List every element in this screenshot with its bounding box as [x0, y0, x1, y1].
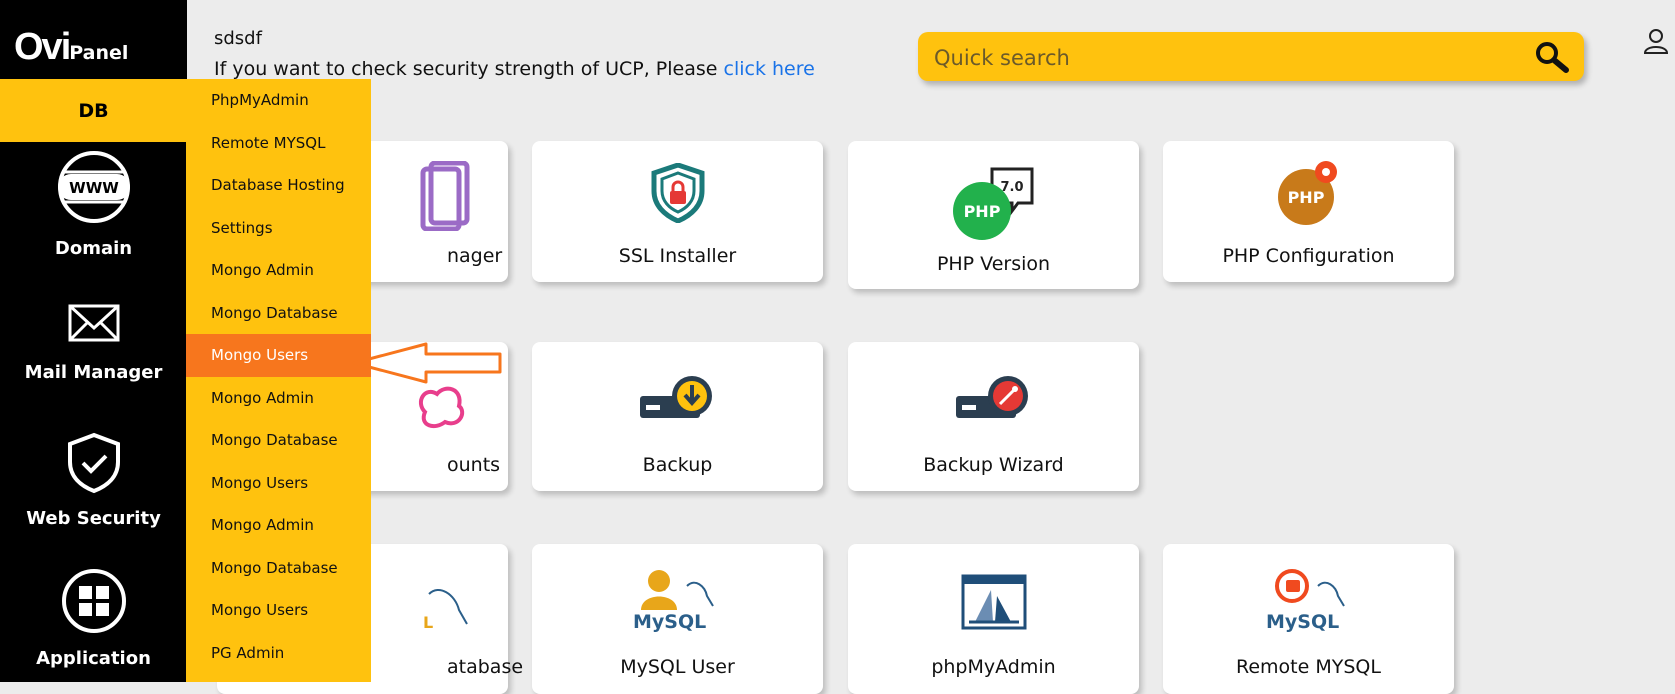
- remote-mysql-icon: MySQL: [1266, 569, 1345, 632]
- logo-subtext: Panel: [69, 42, 129, 64]
- menu-item-mongo-users[interactable]: Mongo Users: [186, 589, 371, 632]
- sidebar-item-application[interactable]: Application: [0, 568, 187, 669]
- menu-item-remote-mysql[interactable]: Remote MYSQL: [186, 122, 371, 165]
- sidebar-item-label: Web Security: [26, 508, 161, 529]
- card-label: atabase: [447, 656, 524, 678]
- php-version-icon: 7.0 PHP: [952, 167, 1033, 240]
- menu-item-settings[interactable]: Settings: [186, 207, 371, 250]
- menu-item-mongo-database[interactable]: Mongo Database: [186, 292, 371, 335]
- menu-item-mongo-admin[interactable]: Mongo Admin: [186, 377, 371, 420]
- logo[interactable]: OviPanel: [14, 26, 128, 69]
- sidebar-item-label: Mail Manager: [24, 362, 163, 383]
- card-backup-wizard[interactable]: Backup Wizard: [848, 342, 1139, 491]
- menu-item-mongo-users[interactable]: Mongo Users: [186, 334, 371, 377]
- search-icon[interactable]: [1534, 41, 1570, 73]
- menu-item-mongo-admin[interactable]: Mongo Admin: [186, 504, 371, 547]
- sidebar: OviPanel DB WWW Domain Mail Manager Web …: [0, 0, 187, 682]
- db-dropdown-menu: PhpMyAdmin Remote MYSQL Database Hosting…: [186, 79, 371, 682]
- menu-item-mongo-users[interactable]: Mongo Users: [186, 462, 371, 505]
- svg-text:MySQL: MySQL: [1266, 611, 1339, 632]
- card-mysql-user[interactable]: MySQL MySQL User: [532, 544, 823, 694]
- search-input[interactable]: [932, 32, 1516, 83]
- svg-text:MySQL: MySQL: [633, 611, 706, 632]
- card-label: Backup: [642, 454, 713, 476]
- logo-text: Ovi: [14, 26, 71, 68]
- menu-item-mongo-database[interactable]: Mongo Database: [186, 547, 371, 590]
- accounts-icon: [418, 386, 465, 429]
- sidebar-item-web-security[interactable]: Web Security: [0, 432, 187, 529]
- svg-text:L: L: [423, 613, 433, 632]
- card-label: nager: [447, 245, 503, 267]
- svg-text:PHP: PHP: [1287, 188, 1324, 207]
- svg-text:WWW: WWW: [69, 179, 119, 197]
- backup-drive-icon: [639, 376, 712, 418]
- pointer-arrow-annotation: [352, 342, 502, 384]
- phpmyadmin-icon: [961, 574, 1026, 630]
- menu-item-phpmyadmin[interactable]: PhpMyAdmin: [186, 79, 371, 122]
- menu-item-pg-admin[interactable]: PG Admin: [186, 632, 371, 675]
- sidebar-item-db[interactable]: DB: [0, 79, 187, 142]
- card-label: Backup Wizard: [923, 454, 1064, 476]
- sidebar-item-label: Application: [36, 648, 151, 669]
- sidebar-item-domain[interactable]: WWW Domain: [0, 150, 187, 259]
- card-label: MySQL User: [620, 656, 735, 678]
- shield-check-icon: [67, 432, 120, 494]
- card-label: PHP Version: [936, 253, 1051, 275]
- card-label: ounts: [447, 454, 501, 476]
- card-label: SSL Installer: [618, 245, 737, 267]
- security-message-text: If you want to check security strength o…: [214, 58, 724, 80]
- card-remote-mysql[interactable]: MySQL Remote MYSQL: [1163, 544, 1454, 694]
- svg-text:PHP: PHP: [963, 202, 1000, 221]
- card-label: PHP Configuration: [1222, 245, 1395, 267]
- menu-item-database-hosting[interactable]: Database Hosting: [186, 164, 371, 207]
- security-message: If you want to check security strength o…: [214, 58, 815, 80]
- sidebar-item-mail-manager[interactable]: Mail Manager: [0, 298, 187, 383]
- file-manager-icon: [420, 161, 470, 231]
- user-profile-icon[interactable]: [1642, 27, 1670, 55]
- card-ssl-installer[interactable]: SSL Installer: [532, 141, 823, 282]
- php-configuration-icon: PHP: [1277, 161, 1337, 225]
- envelope-icon: [68, 304, 119, 342]
- mysql-user-icon: MySQL: [633, 570, 714, 632]
- www-globe-icon: WWW: [57, 151, 130, 223]
- grid-apps-icon: [61, 569, 126, 633]
- menu-item-mongo-admin[interactable]: Mongo Admin: [186, 249, 371, 292]
- quick-search: [918, 32, 1584, 83]
- card-phpmyadmin[interactable]: phpMyAdmin: [848, 544, 1139, 694]
- card-label: phpMyAdmin: [931, 656, 1056, 678]
- mysql-database-icon: L: [423, 589, 468, 632]
- card-label: Remote MYSQL: [1236, 656, 1381, 678]
- sidebar-item-label: Domain: [54, 238, 133, 259]
- click-here-link[interactable]: click here: [724, 58, 815, 80]
- card-backup[interactable]: Backup: [532, 342, 823, 491]
- backup-wizard-icon: [955, 376, 1028, 418]
- menu-item-mongo-database[interactable]: Mongo Database: [186, 419, 371, 462]
- ssl-shield-icon: [651, 163, 704, 223]
- card-php-configuration[interactable]: PHP PHP Configuration: [1163, 141, 1454, 282]
- username: sdsdf: [214, 28, 262, 49]
- card-php-version[interactable]: 7.0 PHP PHP Version: [848, 141, 1139, 289]
